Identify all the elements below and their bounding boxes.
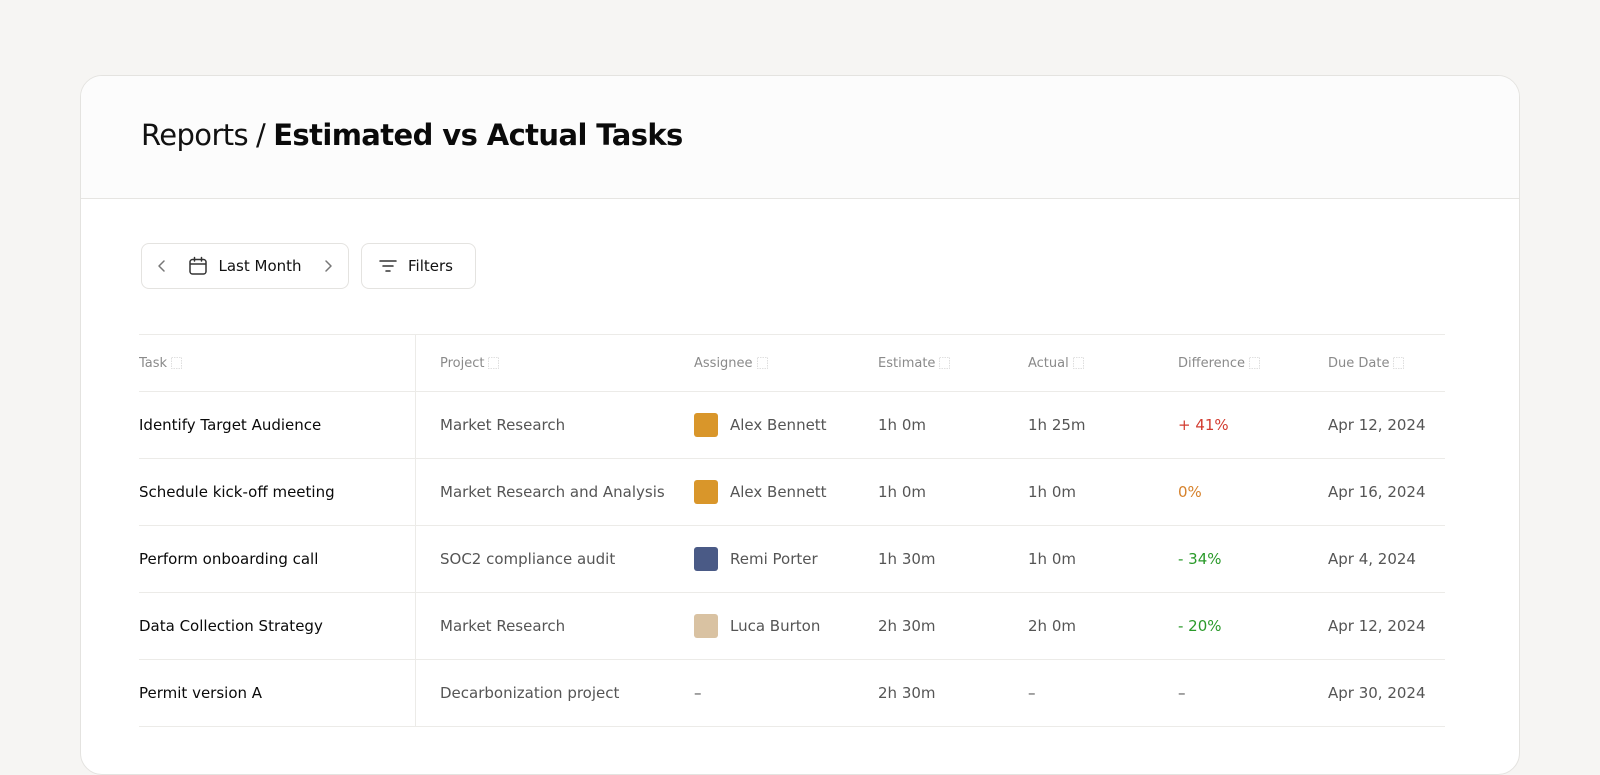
toolbar: Last Month Filters — [141, 243, 476, 289]
table-row[interactable]: Data Collection Strategy Market Research… — [139, 593, 1445, 660]
date-range-label: Last Month — [218, 257, 302, 275]
tasks-table: Task Project Assignee Estimate Actual Di… — [139, 334, 1445, 727]
actual-value: 1h 0m — [1028, 483, 1076, 501]
estimate-value: 2h 30m — [878, 684, 936, 702]
column-header-label: Task — [139, 355, 168, 371]
column-header-project[interactable]: Project — [416, 356, 670, 371]
difference-value: - 34% — [1178, 550, 1222, 568]
page-title: Estimated vs Actual Tasks — [273, 118, 683, 152]
estimate-value: 2h 30m — [878, 617, 936, 635]
project-name: Market Research — [440, 416, 566, 434]
calendar-icon — [188, 256, 208, 276]
column-header-label: Due Date — [1328, 355, 1390, 371]
sort-icon — [1072, 357, 1084, 369]
table-header-row: Task Project Assignee Estimate Actual Di… — [139, 335, 1445, 392]
sort-icon — [1249, 357, 1260, 369]
filters-button[interactable]: Filters — [361, 243, 476, 289]
task-name[interactable]: Perform onboarding call — [139, 526, 416, 592]
column-header-task[interactable]: Task — [139, 335, 416, 391]
assignee-cell: Remi Porter — [670, 547, 854, 571]
filters-label: Filters — [408, 257, 453, 275]
project-name: SOC2 compliance audit — [440, 550, 616, 568]
sort-icon — [171, 357, 182, 369]
actual-value: – — [1028, 684, 1036, 702]
project-name: Market Research and Analysis — [440, 483, 665, 501]
assignee-name: Alex Bennett — [730, 483, 827, 501]
table-row[interactable]: Identify Target Audience Market Research… — [139, 392, 1445, 459]
actual-value: 2h 0m — [1028, 617, 1076, 635]
avatar — [694, 480, 718, 504]
table-row[interactable]: Perform onboarding call SOC2 compliance … — [139, 526, 1445, 593]
sort-icon — [488, 357, 500, 369]
difference-value: + 41% — [1178, 416, 1229, 434]
actual-value: 1h 25m — [1028, 416, 1086, 434]
column-header-actual[interactable]: Actual — [1004, 356, 1154, 371]
difference-value: - 20% — [1178, 617, 1222, 635]
column-header-estimate[interactable]: Estimate — [854, 356, 1004, 371]
column-header-difference[interactable]: Difference — [1154, 356, 1304, 371]
assignee-name: Remi Porter — [730, 550, 818, 568]
column-header-label: Actual — [1028, 355, 1069, 371]
column-header-label: Project — [440, 355, 485, 371]
sort-icon — [1393, 357, 1405, 369]
page-header: Reports / Estimated vs Actual Tasks — [81, 76, 1519, 199]
chevron-left-icon[interactable] — [154, 258, 170, 274]
table-row[interactable]: Permit version A Decarbonization project… — [139, 660, 1445, 727]
chevron-right-icon[interactable] — [320, 258, 336, 274]
assignee-cell: Luca Burton — [670, 614, 854, 638]
estimate-value: 1h 0m — [878, 416, 926, 434]
avatar — [694, 413, 718, 437]
avatar — [694, 547, 718, 571]
date-range-button[interactable]: Last Month — [188, 256, 302, 276]
project-name: Market Research — [440, 617, 566, 635]
due-date-value: Apr 16, 2024 — [1328, 483, 1426, 501]
task-name[interactable]: Permit version A — [139, 660, 416, 726]
column-header-assignee[interactable]: Assignee — [670, 356, 854, 371]
sort-icon — [756, 357, 768, 369]
actual-value: 1h 0m — [1028, 550, 1076, 568]
estimate-value: 1h 0m — [878, 483, 926, 501]
avatar — [694, 614, 718, 638]
breadcrumb-separator: / — [256, 118, 266, 152]
assignee-name: Alex Bennett — [730, 416, 827, 434]
date-range-picker: Last Month — [141, 243, 349, 289]
project-name: Decarbonization project — [440, 684, 620, 702]
column-header-label: Estimate — [878, 355, 936, 371]
difference-value: 0% — [1178, 483, 1202, 501]
task-name[interactable]: Schedule kick-off meeting — [139, 459, 416, 525]
column-header-label: Difference — [1178, 355, 1246, 371]
assignee-cell: Alex Bennett — [670, 480, 854, 504]
difference-value: – — [1178, 684, 1186, 702]
due-date-value: Apr 12, 2024 — [1328, 617, 1426, 635]
assignee-name: Luca Burton — [730, 617, 821, 635]
due-date-value: Apr 12, 2024 — [1328, 416, 1426, 434]
column-header-label: Assignee — [694, 355, 753, 371]
sort-icon — [939, 357, 951, 369]
table-row[interactable]: Schedule kick-off meeting Market Researc… — [139, 459, 1445, 526]
breadcrumb-reports-link[interactable]: Reports — [141, 118, 249, 152]
column-header-due-date[interactable]: Due Date — [1304, 356, 1445, 371]
breadcrumb: Reports / Estimated vs Actual Tasks — [141, 118, 683, 152]
task-name[interactable]: Data Collection Strategy — [139, 593, 416, 659]
estimate-value: 1h 30m — [878, 550, 936, 568]
due-date-value: Apr 4, 2024 — [1328, 550, 1416, 568]
due-date-value: Apr 30, 2024 — [1328, 684, 1426, 702]
task-name[interactable]: Identify Target Audience — [139, 392, 416, 458]
assignee-cell: Alex Bennett — [670, 413, 854, 437]
assignee-name: – — [694, 684, 702, 702]
filter-icon — [378, 256, 398, 276]
report-card: Reports / Estimated vs Actual Tasks Last… — [80, 75, 1520, 775]
assignee-cell: – — [670, 684, 854, 702]
